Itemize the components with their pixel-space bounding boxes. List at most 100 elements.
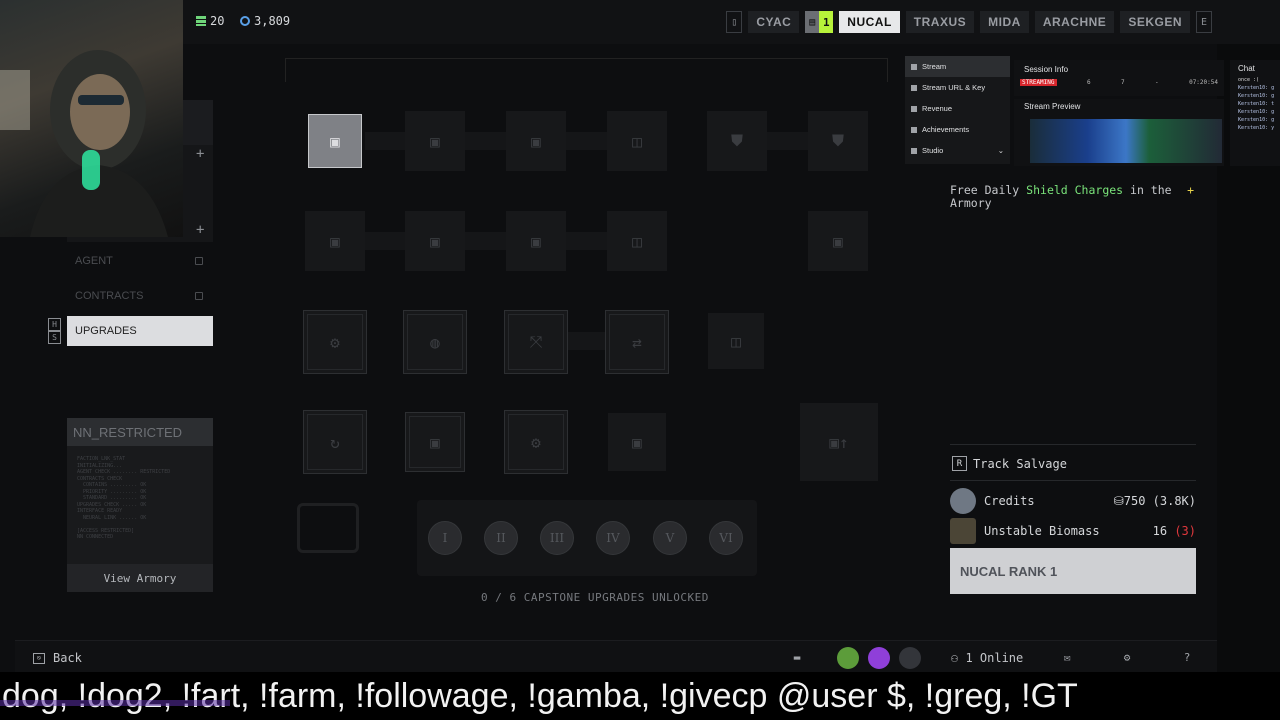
mail-icon[interactable]: ✉ — [1060, 650, 1074, 664]
upgrade-node[interactable]: ▣ — [305, 211, 365, 271]
upgrade-node[interactable]: ◍ — [403, 310, 467, 374]
tab-traxus[interactable]: TRAXUS — [905, 11, 975, 33]
upgrade-node[interactable]: ◫ — [607, 211, 667, 271]
expand-plus-icon-2[interactable]: + — [196, 222, 204, 238]
upgrade-node[interactable]: ▣ — [506, 111, 566, 171]
upgrade-node[interactable]: ▣ — [608, 413, 666, 471]
perk-plus-icon: + — [1187, 183, 1194, 197]
chevron-down-icon: ⌄ — [997, 146, 1004, 155]
upgrade-node[interactable]: ↻ — [303, 410, 367, 474]
perk-description: Free Daily Shield Charges in the Armory … — [950, 184, 1200, 210]
session-time: 07:20:54 — [1189, 79, 1218, 86]
cost-value: ⛁750 (3.8K) — [1113, 494, 1196, 508]
menu-item-stream-url[interactable]: Stream URL & Key — [905, 77, 1010, 98]
faction-badge: ▤ 1 — [805, 11, 834, 33]
upgrade-node[interactable]: ⚙ — [504, 410, 568, 474]
view-armory-button[interactable]: View Armory — [67, 564, 213, 592]
add-party-icon[interactable] — [899, 647, 921, 669]
upgrade-node[interactable]: ▣ — [808, 211, 868, 271]
shield-icon: ⛊ — [831, 131, 844, 150]
tab-mida[interactable]: MIDA — [980, 11, 1029, 33]
upgrade-node[interactable]: ◫ — [607, 111, 667, 171]
menu-item-revenue[interactable]: Revenue — [905, 98, 1010, 119]
top-bar: 20 3,809 ▯ CYAC ▤ 1 NUCAL TRAXUS MIDA AR… — [0, 0, 1280, 44]
capstone-5[interactable]: V — [653, 521, 687, 555]
upgrade-node[interactable]: ⛊ — [707, 111, 767, 171]
tab-cyac[interactable]: CYAC — [748, 11, 800, 33]
brain-icon: ◍ — [430, 332, 440, 352]
next-faction-key[interactable]: E — [1196, 11, 1212, 33]
upgrade-node[interactable]: ▣ — [506, 211, 566, 271]
chat-message: Kersten10: t — [1238, 101, 1275, 107]
ticker-text: dog, !dog2, !fart, !farm, !followage, !g… — [2, 677, 1078, 715]
credits-icon — [240, 16, 250, 26]
expand-plus-icon[interactable]: + — [196, 146, 204, 162]
upgrade-node[interactable]: ⛊ — [808, 111, 868, 171]
nn-panel-log: FACTION_LNK_STAT INITIALIZING... AGENT C… — [77, 456, 171, 540]
faction-tabs: ▯ CYAC ▤ 1 NUCAL TRAXUS MIDA ARACHNE SEK… — [726, 11, 1212, 33]
capstone-track — [417, 500, 757, 576]
menu-item-achievements[interactable]: Achievements — [905, 119, 1010, 140]
follower-count: 7 — [1120, 79, 1125, 86]
track-salvage-toggle[interactable]: R Track Salvage — [952, 456, 1067, 471]
hotkey-h: H — [48, 318, 61, 331]
perk-text-before: Free Daily — [950, 183, 1027, 197]
sidebar-item-agent[interactable]: AGENT — [67, 246, 213, 276]
biomass-icon — [950, 518, 976, 544]
sidebar-item-upgrades[interactable]: UPGRADES — [67, 316, 213, 346]
menu-item-label: Revenue — [922, 104, 953, 113]
upgrade-node-selected[interactable]: ▣ — [308, 114, 362, 168]
capstone-2[interactable]: II — [484, 521, 518, 555]
chat-icon[interactable]: ▬ — [790, 650, 804, 664]
prev-faction-key[interactable]: ▯ — [726, 11, 743, 33]
trophy-icon — [911, 126, 917, 133]
cost-shortfall: (3) — [1174, 524, 1196, 538]
cost-name: Unstable Biomass — [984, 524, 1100, 538]
cost-value-text: 750 (3.8K) — [1123, 494, 1196, 508]
swap-arrow-icon: ⇄ — [632, 332, 642, 352]
tab-arachne[interactable]: ARACHNE — [1034, 11, 1115, 33]
cost-biomass: Unstable Biomass 16 (3) — [950, 518, 1196, 544]
tab-nucal[interactable]: NUCAL — [839, 11, 900, 33]
module-icon: ▣ — [330, 231, 340, 251]
upgrade-node[interactable]: ▣ — [405, 111, 465, 171]
party-avatar-1[interactable] — [837, 647, 859, 669]
stream-preview-panel: Stream Preview — [1014, 99, 1224, 166]
streamer-silhouette — [0, 50, 168, 237]
sidebar-item-label: CONTRACTS — [75, 290, 144, 302]
capstone-3[interactable]: III — [540, 521, 574, 555]
upgrade-node[interactable]: ▣ — [405, 412, 465, 472]
gear-icon[interactable]: ⚙ — [1120, 650, 1134, 664]
capstone-4[interactable]: IV — [596, 521, 630, 555]
nn-restricted-panel: NN_RESTRICTED FACTION_LNK_STAT INITIALIZ… — [67, 418, 213, 592]
upgrade-node[interactable]: ▣ — [405, 211, 465, 271]
chat-message: Kersten10: g — [1238, 93, 1275, 99]
session-info-panel: Session Info STREAMING 6 7 - 07:20:54 — [1014, 60, 1224, 96]
upgrade-node[interactable]: ◫ — [708, 313, 764, 369]
upgrade-node[interactable]: ⤧ — [504, 310, 568, 374]
document-icon: ▤ — [805, 11, 820, 33]
nn-panel-title: NN_RESTRICTED — [67, 418, 213, 446]
energy-icon — [196, 16, 206, 26]
session-stats: STREAMING 6 7 - 07:20:54 — [1014, 79, 1224, 86]
link-icon — [911, 84, 917, 91]
upgrade-node[interactable]: ⚙ — [303, 310, 367, 374]
upgrade-node[interactable]: ▣↑ — [800, 403, 878, 481]
robot-icon: ⚙ — [531, 432, 541, 452]
chat-message: once :( — [1238, 77, 1260, 83]
party-avatar-2[interactable] — [868, 647, 890, 669]
upgrade-node[interactable]: ⇄ — [605, 310, 669, 374]
hotkey-s: S — [48, 331, 61, 344]
online-count[interactable]: ⚇ 1 Online — [951, 651, 1023, 665]
menu-item-stream[interactable]: Stream — [905, 56, 1010, 77]
menu-item-studio[interactable]: Studio ⌄ — [905, 140, 1010, 161]
tab-sekgen[interactable]: SEKGEN — [1120, 11, 1190, 33]
rank-requirement-button[interactable]: NUCAL RANK 1 — [950, 548, 1196, 594]
back-button[interactable]: ⎋ Back — [33, 651, 82, 665]
help-icon[interactable]: ? — [1180, 650, 1194, 664]
capstone-6[interactable]: VI — [709, 521, 743, 555]
sidebar-item-contracts[interactable]: CONTRACTS — [67, 281, 213, 311]
stack-icon: ◫ — [731, 331, 741, 351]
capstone-1[interactable]: I — [428, 521, 462, 555]
stream-preview-image — [1030, 119, 1222, 163]
